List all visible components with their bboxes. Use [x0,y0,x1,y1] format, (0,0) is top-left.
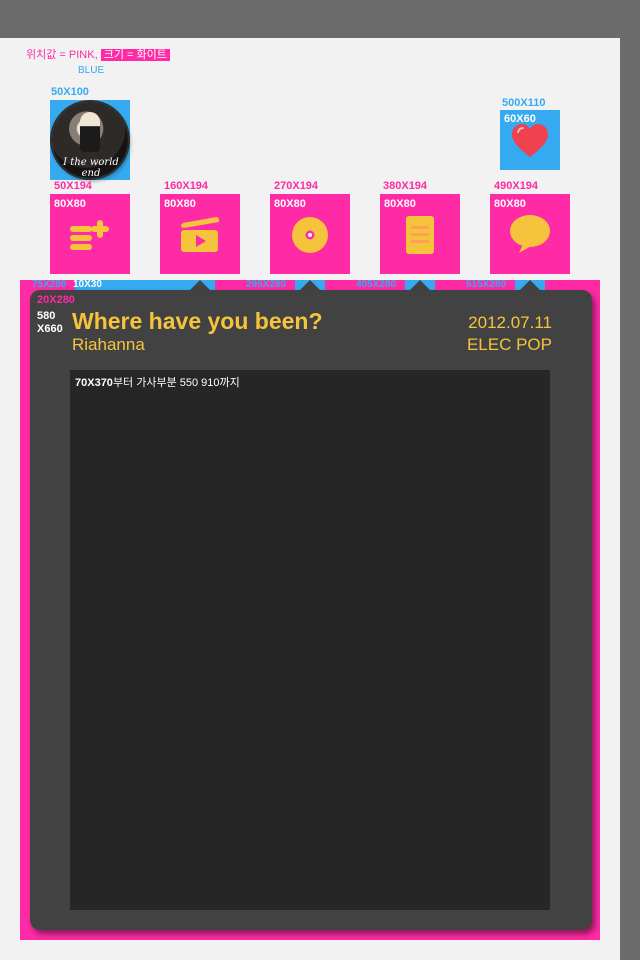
genre: ELEC POP [466,335,552,354]
tile4-size-label: 80X80 [384,198,416,210]
tile5-position-label: 490X194 [494,180,539,192]
album-cover-button[interactable]: I the world end [50,100,130,180]
release-date: 2012.07.11 [468,313,552,332]
speech-bubble-icon [510,215,550,253]
favorite-button[interactable]: 60X60 [500,110,560,170]
disc-button[interactable]: 80X80 [270,194,350,274]
lyrics-note-text: 부터 가사부분 550 910까지 [112,377,240,389]
lyrics-area[interactable]: 70X370부터 가사부분 550 910까지 [70,370,550,910]
tile5-size-label: 80X80 [494,198,526,210]
legend-position-text: 위치값 = PINK, [26,49,98,61]
lyrics-position-label: 70X370 [75,377,113,389]
disc-icon [292,217,328,253]
heart-icon [512,124,548,157]
tile2-position-label: 160X194 [164,180,209,192]
tab-pointer-2 [190,280,210,290]
legend-size-text: 크기 = 화이트 [100,49,170,61]
tile3-position-label: 270X194 [274,180,319,192]
playlist-add-button[interactable]: 80X80 [50,194,130,274]
tile2-size-label: 80X80 [164,198,196,210]
artist-name: Riahanna [72,335,145,354]
tab-pointer-5 [520,280,540,290]
tab-pointer-4 [410,280,430,290]
tile1-position-label: 50X194 [54,180,92,192]
tab-pointer-3 [300,280,320,290]
comment-button[interactable]: 80X80 [490,194,570,274]
video-play-icon [181,217,219,252]
playlist-add-icon [70,220,109,250]
album-caption: I the world end [63,157,119,178]
legend-blue-text: BLUE [78,65,105,76]
panel-position-label: 20X280 [37,294,75,306]
lyrics-note: 70X370부터 가사부분 550 910까지 [75,374,240,390]
album-art: I the world end [52,102,128,178]
video-play-button[interactable]: 80X80 [160,194,240,274]
panel-width-label: 580 [37,310,56,322]
favorite-position-label: 500X110 [502,97,546,109]
album-position-label: 50X100 [51,86,89,98]
legend: 위치값 = PINK, 크기 = 화이트 BLUE [26,49,170,76]
tile4-position-label: 380X194 [383,180,428,192]
document-icon [406,216,434,254]
tile1-size-label: 80X80 [54,198,86,210]
lyrics-document-button[interactable]: 80X80 [380,194,460,274]
tile3-size-label: 80X80 [274,198,306,210]
right-margin [620,38,640,960]
panel-height-label: X660 [37,323,63,335]
album-figure [80,112,100,152]
song-title: Where have you been? [72,308,323,334]
